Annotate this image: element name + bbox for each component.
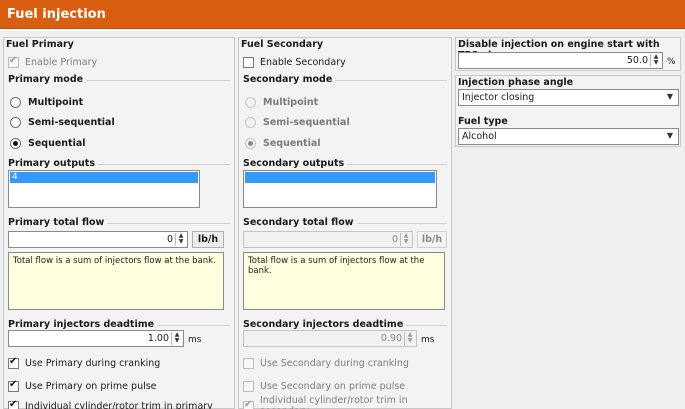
window-title: Fuel injection (7, 7, 106, 22)
enable-secondary-checkbox[interactable] (243, 56, 254, 68)
secondary-mode-multipoint[interactable]: Multipoint (245, 95, 318, 109)
primary-mode-semi-sequential[interactable]: Semi-sequential (10, 115, 115, 129)
disable-injection-panel: Disable injection on engine start with T… (455, 37, 681, 71)
primary-outputs-item[interactable]: 4 (10, 172, 198, 183)
content-area: Fuel Primary Enable Primary Primary mode… (0, 31, 685, 409)
primary-trim-label: Individual cylinder/rotor trim in primar… (25, 400, 213, 409)
chevron-down-icon[interactable]: ▼ (667, 92, 673, 101)
primary-mode-label: Primary mode (8, 74, 87, 85)
secondary-deadtime-value: 0.90 (380, 333, 402, 344)
enable-secondary-row[interactable]: Enable Secondary (243, 55, 346, 69)
secondary-deadtime-input[interactable]: 0.90 ▲ ▼ (243, 330, 417, 347)
secondary-outputs-list[interactable] (243, 170, 437, 208)
use-primary-prime-label: Use Primary on prime pulse (25, 380, 157, 392)
secondary-trim-label: Individual cylinder/rotor trim in second… (260, 395, 408, 409)
spin-arrows-icon[interactable]: ▲ ▼ (404, 332, 415, 345)
primary-outputs-list[interactable]: 4 (8, 170, 200, 208)
injection-phase-select[interactable]: Injector closing ▼ (458, 89, 679, 106)
enable-secondary-label: Enable Secondary (260, 56, 346, 68)
secondary-deadtime-unit: ms (421, 335, 435, 345)
spin-arrows-icon[interactable]: ▲ ▼ (171, 332, 182, 345)
use-secondary-cranking-checkbox[interactable] (243, 357, 254, 369)
secondary-flow-unit-button[interactable]: lb/h (417, 231, 447, 248)
primary-outputs-label: Primary outputs (8, 158, 98, 169)
fuel-secondary-panel: Fuel Secondary Enable Secondary Secondar… (238, 37, 452, 409)
fuel-primary-title: Fuel Primary (6, 39, 74, 50)
secondary-mode-semi-sequential[interactable]: Semi-sequential (245, 115, 350, 129)
radio-icon[interactable] (245, 116, 256, 128)
use-primary-cranking-label: Use Primary during cranking (25, 357, 161, 369)
secondary-total-flow-input[interactable]: 0 ▲ ▼ (243, 231, 413, 248)
secondary-mode-sequential[interactable]: Sequential (245, 136, 321, 150)
primary-flow-unit-button[interactable]: lb/h (192, 231, 224, 248)
disable-injection-input[interactable]: 50.0 ▲ ▼ (458, 52, 663, 69)
use-secondary-cranking-row[interactable]: Use Secondary during cranking (243, 356, 409, 370)
enable-primary-checkbox[interactable] (8, 55, 19, 68)
secondary-total-flow-value: 0 (391, 234, 398, 245)
primary-deadtime-label: Primary injectors deadtime (8, 319, 158, 330)
primary-trim-checkbox[interactable] (8, 399, 19, 409)
spin-arrows-icon[interactable]: ▲ ▼ (175, 233, 186, 246)
primary-mode-multipoint[interactable]: Multipoint (10, 95, 83, 109)
secondary-mode-label: Secondary mode (243, 74, 336, 85)
primary-flow-note: Total flow is a sum of injectors flow at… (8, 252, 224, 310)
primary-deadtime-input[interactable]: 1.00 ▲ ▼ (8, 330, 184, 347)
disable-injection-unit: % (667, 57, 676, 67)
phase-fueltype-panel: Injection phase angle Injector closing ▼… (455, 75, 681, 147)
injection-phase-label: Injection phase angle (458, 77, 574, 88)
secondary-mode-sequential-label: Sequential (263, 137, 321, 149)
primary-total-flow-input[interactable]: 0 ▲ ▼ (8, 231, 188, 248)
secondary-outputs-item[interactable] (245, 172, 435, 183)
secondary-trim-row[interactable]: Individual cylinder/rotor trim in second… (243, 395, 451, 409)
primary-mode-semi-sequential-label: Semi-sequential (28, 116, 115, 128)
enable-primary-label: Enable Primary (25, 56, 98, 68)
fuel-type-label: Fuel type (458, 116, 508, 127)
fuel-type-select[interactable]: Alcohol ▼ (458, 128, 679, 145)
secondary-deadtime-label: Secondary injectors deadtime (243, 319, 407, 330)
radio-icon[interactable] (10, 116, 21, 128)
fuel-secondary-title: Fuel Secondary (241, 39, 324, 50)
use-primary-cranking-checkbox[interactable] (8, 356, 19, 369)
use-secondary-cranking-label: Use Secondary during cranking (260, 357, 409, 369)
spin-arrows-icon[interactable]: ▲ ▼ (400, 233, 411, 246)
use-primary-cranking-row[interactable]: Use Primary during cranking (8, 356, 160, 370)
primary-trim-row[interactable]: Individual cylinder/rotor trim in primar… (8, 399, 213, 409)
injection-phase-value: Injector closing (462, 92, 535, 103)
radio-icon[interactable] (245, 96, 256, 108)
radio-icon[interactable] (10, 96, 21, 108)
use-secondary-prime-label: Use Secondary on prime pulse (260, 380, 406, 392)
radio-icon[interactable] (245, 137, 256, 149)
secondary-mode-multipoint-label: Multipoint (263, 96, 319, 108)
fuel-primary-panel: Fuel Primary Enable Primary Primary mode… (3, 37, 235, 409)
use-secondary-prime-checkbox[interactable] (243, 380, 254, 392)
use-primary-prime-checkbox[interactable] (8, 379, 19, 392)
radio-icon[interactable] (10, 137, 21, 149)
primary-deadtime-value: 1.00 (147, 333, 169, 344)
primary-total-flow-label: Primary total flow (8, 217, 108, 228)
use-primary-prime-row[interactable]: Use Primary on prime pulse (8, 379, 157, 393)
primary-mode-sequential[interactable]: Sequential (10, 136, 86, 150)
disable-injection-value: 50.0 (626, 55, 648, 66)
secondary-outputs-label: Secondary outputs (243, 158, 348, 169)
secondary-total-flow-label: Secondary total flow (243, 217, 357, 228)
use-secondary-prime-row[interactable]: Use Secondary on prime pulse (243, 379, 405, 393)
secondary-mode-semi-sequential-label: Semi-sequential (263, 116, 350, 128)
window-title-bar: Fuel injection (0, 0, 685, 29)
primary-mode-multipoint-label: Multipoint (28, 96, 84, 108)
fuel-type-value: Alcohol (462, 131, 497, 142)
primary-total-flow-value: 0 (166, 234, 173, 245)
secondary-flow-note: Total flow is a sum of injectors flow at… (243, 252, 445, 310)
spin-arrows-icon[interactable]: ▲ ▼ (650, 54, 661, 67)
enable-primary-row[interactable]: Enable Primary (8, 55, 97, 69)
secondary-trim-checkbox[interactable] (243, 399, 254, 409)
primary-mode-sequential-label: Sequential (28, 137, 86, 149)
primary-deadtime-unit: ms (188, 335, 202, 345)
chevron-down-icon[interactable]: ▼ (667, 131, 673, 140)
